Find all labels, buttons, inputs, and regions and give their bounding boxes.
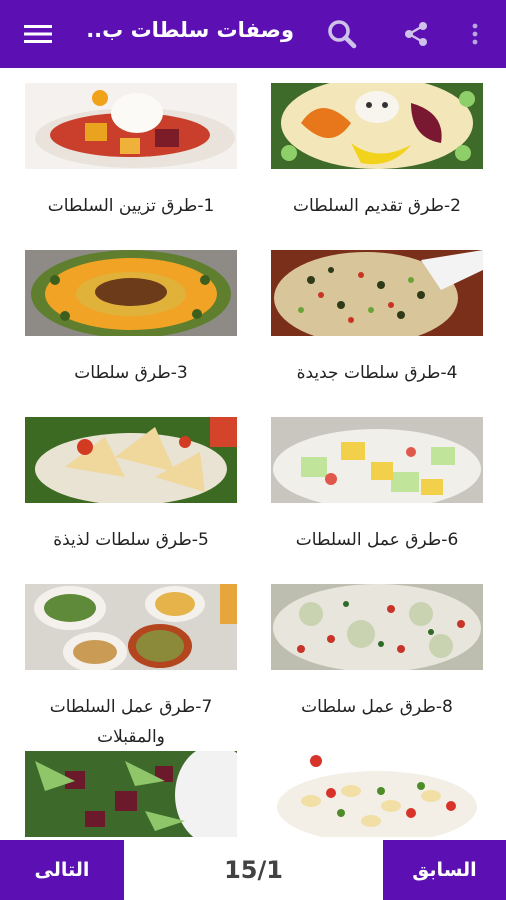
app-bar: وصفات سلطات ب.. bbox=[0, 0, 506, 68]
recipe-card[interactable]: 1-طرق تزيين السلطات bbox=[25, 83, 237, 221]
page-indicator: 15/1 bbox=[224, 856, 283, 884]
recipe-title: 5-طرق سلطات لذيذة bbox=[53, 530, 209, 550]
recipe-card[interactable] bbox=[25, 751, 237, 840]
recipe-card[interactable]: 3-طرق سلطات bbox=[25, 250, 237, 388]
recipe-title: 8-طرق عمل سلطات bbox=[301, 697, 453, 717]
more-options-button[interactable] bbox=[458, 14, 492, 54]
hamburger-menu-icon bbox=[24, 25, 52, 43]
recipe-card[interactable]: 8-طرق عمل سلطات bbox=[271, 584, 483, 722]
search-icon bbox=[328, 20, 357, 49]
next-button[interactable]: التالى bbox=[0, 840, 124, 900]
share-icon bbox=[405, 22, 427, 46]
recipe-title: 2-طرق تقديم السلطات bbox=[293, 196, 461, 216]
pagination-bar: التالى 15/1 السابق bbox=[0, 840, 506, 900]
recipe-card[interactable] bbox=[271, 751, 483, 840]
menu-button[interactable] bbox=[18, 14, 58, 54]
recipe-title: 7-طرق عمل السلطات والمقبلات bbox=[49, 697, 213, 747]
recipe-card[interactable]: 6-طرق عمل السلطات bbox=[271, 417, 483, 555]
app-title: وصفات سلطات ب.. bbox=[86, 18, 294, 42]
recipe-thumbnail bbox=[25, 584, 237, 670]
recipe-card[interactable]: 7-طرق عمل السلطات والمقبلات bbox=[25, 584, 237, 752]
recipe-thumbnail bbox=[271, 584, 483, 670]
recipe-grid: 2-طرق تقديم السلطات 1-طرق تزيين السلطات bbox=[0, 68, 506, 840]
recipe-thumbnail bbox=[25, 83, 237, 169]
recipe-thumbnail bbox=[271, 83, 483, 169]
recipe-thumbnail bbox=[25, 417, 237, 503]
previous-button[interactable]: السابق bbox=[383, 840, 506, 900]
recipe-card[interactable]: 5-طرق سلطات لذيذة bbox=[25, 417, 237, 555]
recipe-title: 3-طرق سلطات bbox=[74, 363, 188, 383]
recipe-title: 1-طرق تزيين السلطات bbox=[47, 196, 215, 216]
search-button[interactable] bbox=[322, 14, 362, 54]
recipe-title: 4-طرق سلطات جديدة bbox=[296, 363, 458, 383]
app-root: وصفات سلطات ب.. 2-طرق تقديم السلطات 1-طر… bbox=[0, 0, 506, 900]
share-button[interactable] bbox=[396, 14, 436, 54]
recipe-card[interactable]: 4-طرق سلطات جديدة bbox=[271, 250, 483, 388]
recipe-card[interactable]: 2-طرق تقديم السلطات bbox=[271, 83, 483, 221]
recipe-thumbnail bbox=[25, 751, 237, 837]
more-vert-icon bbox=[472, 23, 478, 45]
recipe-thumbnail bbox=[271, 751, 483, 837]
recipe-thumbnail bbox=[271, 417, 483, 503]
recipe-title: 6-طرق عمل السلطات bbox=[295, 530, 459, 550]
recipe-thumbnail bbox=[25, 250, 237, 336]
recipe-thumbnail bbox=[271, 250, 483, 336]
